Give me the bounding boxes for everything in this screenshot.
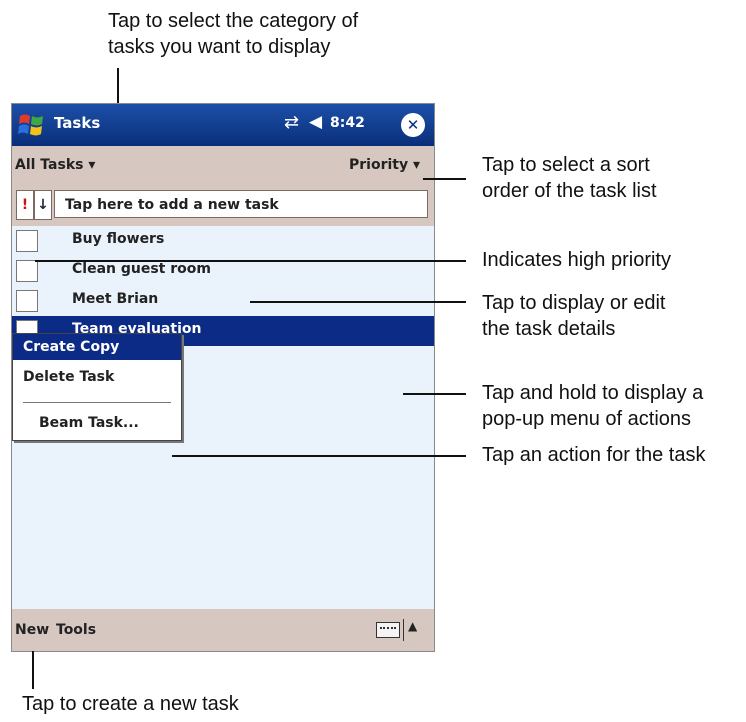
keyboard-icon[interactable] — [376, 622, 400, 638]
callout-new-task-line1: Tap to create a new task — [22, 693, 239, 715]
input-separator — [403, 619, 404, 641]
callout-sort-pointer — [423, 178, 466, 180]
app-title: Tasks — [54, 114, 101, 132]
callout-priority: Indicates high priority — [482, 247, 671, 273]
callout-action-pointer — [172, 455, 466, 457]
callout-sort: Tap to select a sort order of the task l… — [482, 152, 657, 204]
sort-label: Priority — [348, 157, 409, 173]
callout-hold-line2: pop-up menu of actions — [482, 408, 692, 430]
task-checkbox[interactable] — [16, 290, 38, 312]
callout-category-line2: tasks you want to display — [108, 36, 331, 58]
callout-priority-pointer — [35, 260, 466, 262]
new-task-entry-bar: ! ↓ Tap here to add a new task — [12, 184, 434, 226]
callout-priority-line1: Indicates high priority — [482, 249, 671, 271]
chevron-down-icon: ▾ — [88, 157, 96, 173]
menu-item-label: Beam Task... — [39, 415, 139, 431]
task-checkbox[interactable] — [16, 260, 38, 282]
callout-action: Tap an action for the task — [482, 442, 705, 468]
command-bar: New Tools ▲ — [12, 609, 434, 651]
callout-sort-line1: Tap to select a sort — [482, 154, 650, 176]
new-task-input[interactable]: Tap here to add a new task — [54, 190, 428, 218]
task-row[interactable]: Buy flowers — [12, 226, 434, 256]
menu-item-beam-task[interactable]: Beam Task... — [13, 410, 181, 436]
close-icon[interactable]: ✕ — [401, 113, 425, 137]
context-menu: Create Copy Delete Task Beam Task... — [12, 333, 182, 441]
windows-start-icon[interactable] — [18, 112, 46, 138]
priority-column-button[interactable]: ! — [16, 190, 34, 220]
callout-new-task: Tap to create a new task — [22, 691, 239, 717]
callout-category: Tap to select the category of tasks you … — [108, 8, 358, 60]
menu-item-label: Delete Task — [23, 369, 115, 385]
callout-details-line2: the task details — [482, 318, 616, 340]
menu-item-create-copy[interactable]: Create Copy — [13, 334, 181, 360]
speaker-icon[interactable]: ◀︎ — [309, 112, 322, 132]
callout-category-line1: Tap to select the category of — [108, 10, 359, 32]
connectivity-icon[interactable]: ⇄ — [284, 112, 299, 133]
callout-details-pointer — [250, 301, 466, 303]
task-name: Clean guest room — [72, 261, 211, 277]
menu-separator — [23, 402, 171, 403]
input-panel-arrow-icon[interactable]: ▲ — [408, 619, 417, 633]
chevron-down-icon: ▾ — [412, 157, 420, 173]
new-button[interactable]: New — [15, 622, 49, 638]
category-label: All Tasks — [15, 157, 84, 173]
callout-details-line1: Tap to display or edit — [482, 292, 666, 314]
task-name: Buy flowers — [72, 231, 165, 247]
title-bar: Tasks ⇄ ◀︎ 8:42 ✕ — [12, 104, 434, 146]
callout-hold: Tap and hold to display a pop-up menu of… — [482, 380, 703, 432]
menu-item-delete-task[interactable]: Delete Task — [13, 364, 181, 390]
sort-dropdown[interactable]: Priority ▾ — [349, 157, 420, 173]
callout-sort-line2: order of the task list — [482, 180, 657, 202]
callout-new-pointer — [32, 651, 34, 689]
sort-column-button[interactable]: ↓ — [34, 190, 52, 220]
task-checkbox[interactable] — [16, 230, 38, 252]
pocket-pc-screen: Tasks ⇄ ◀︎ 8:42 ✕ All Tasks ▾ Priority ▾… — [11, 103, 435, 652]
task-name: Meet Brian — [72, 291, 159, 307]
clock-time[interactable]: 8:42 — [330, 115, 365, 131]
tools-menu[interactable]: Tools — [56, 622, 96, 638]
callout-details: Tap to display or edit the task details — [482, 290, 665, 342]
callout-hold-line1: Tap and hold to display a — [482, 382, 704, 404]
category-sort-bar: All Tasks ▾ Priority ▾ — [12, 146, 434, 184]
callout-hold-pointer — [403, 393, 466, 395]
callout-action-line1: Tap an action for the task — [482, 444, 706, 466]
category-dropdown[interactable]: All Tasks ▾ — [15, 157, 95, 173]
menu-item-label: Create Copy — [23, 339, 120, 355]
